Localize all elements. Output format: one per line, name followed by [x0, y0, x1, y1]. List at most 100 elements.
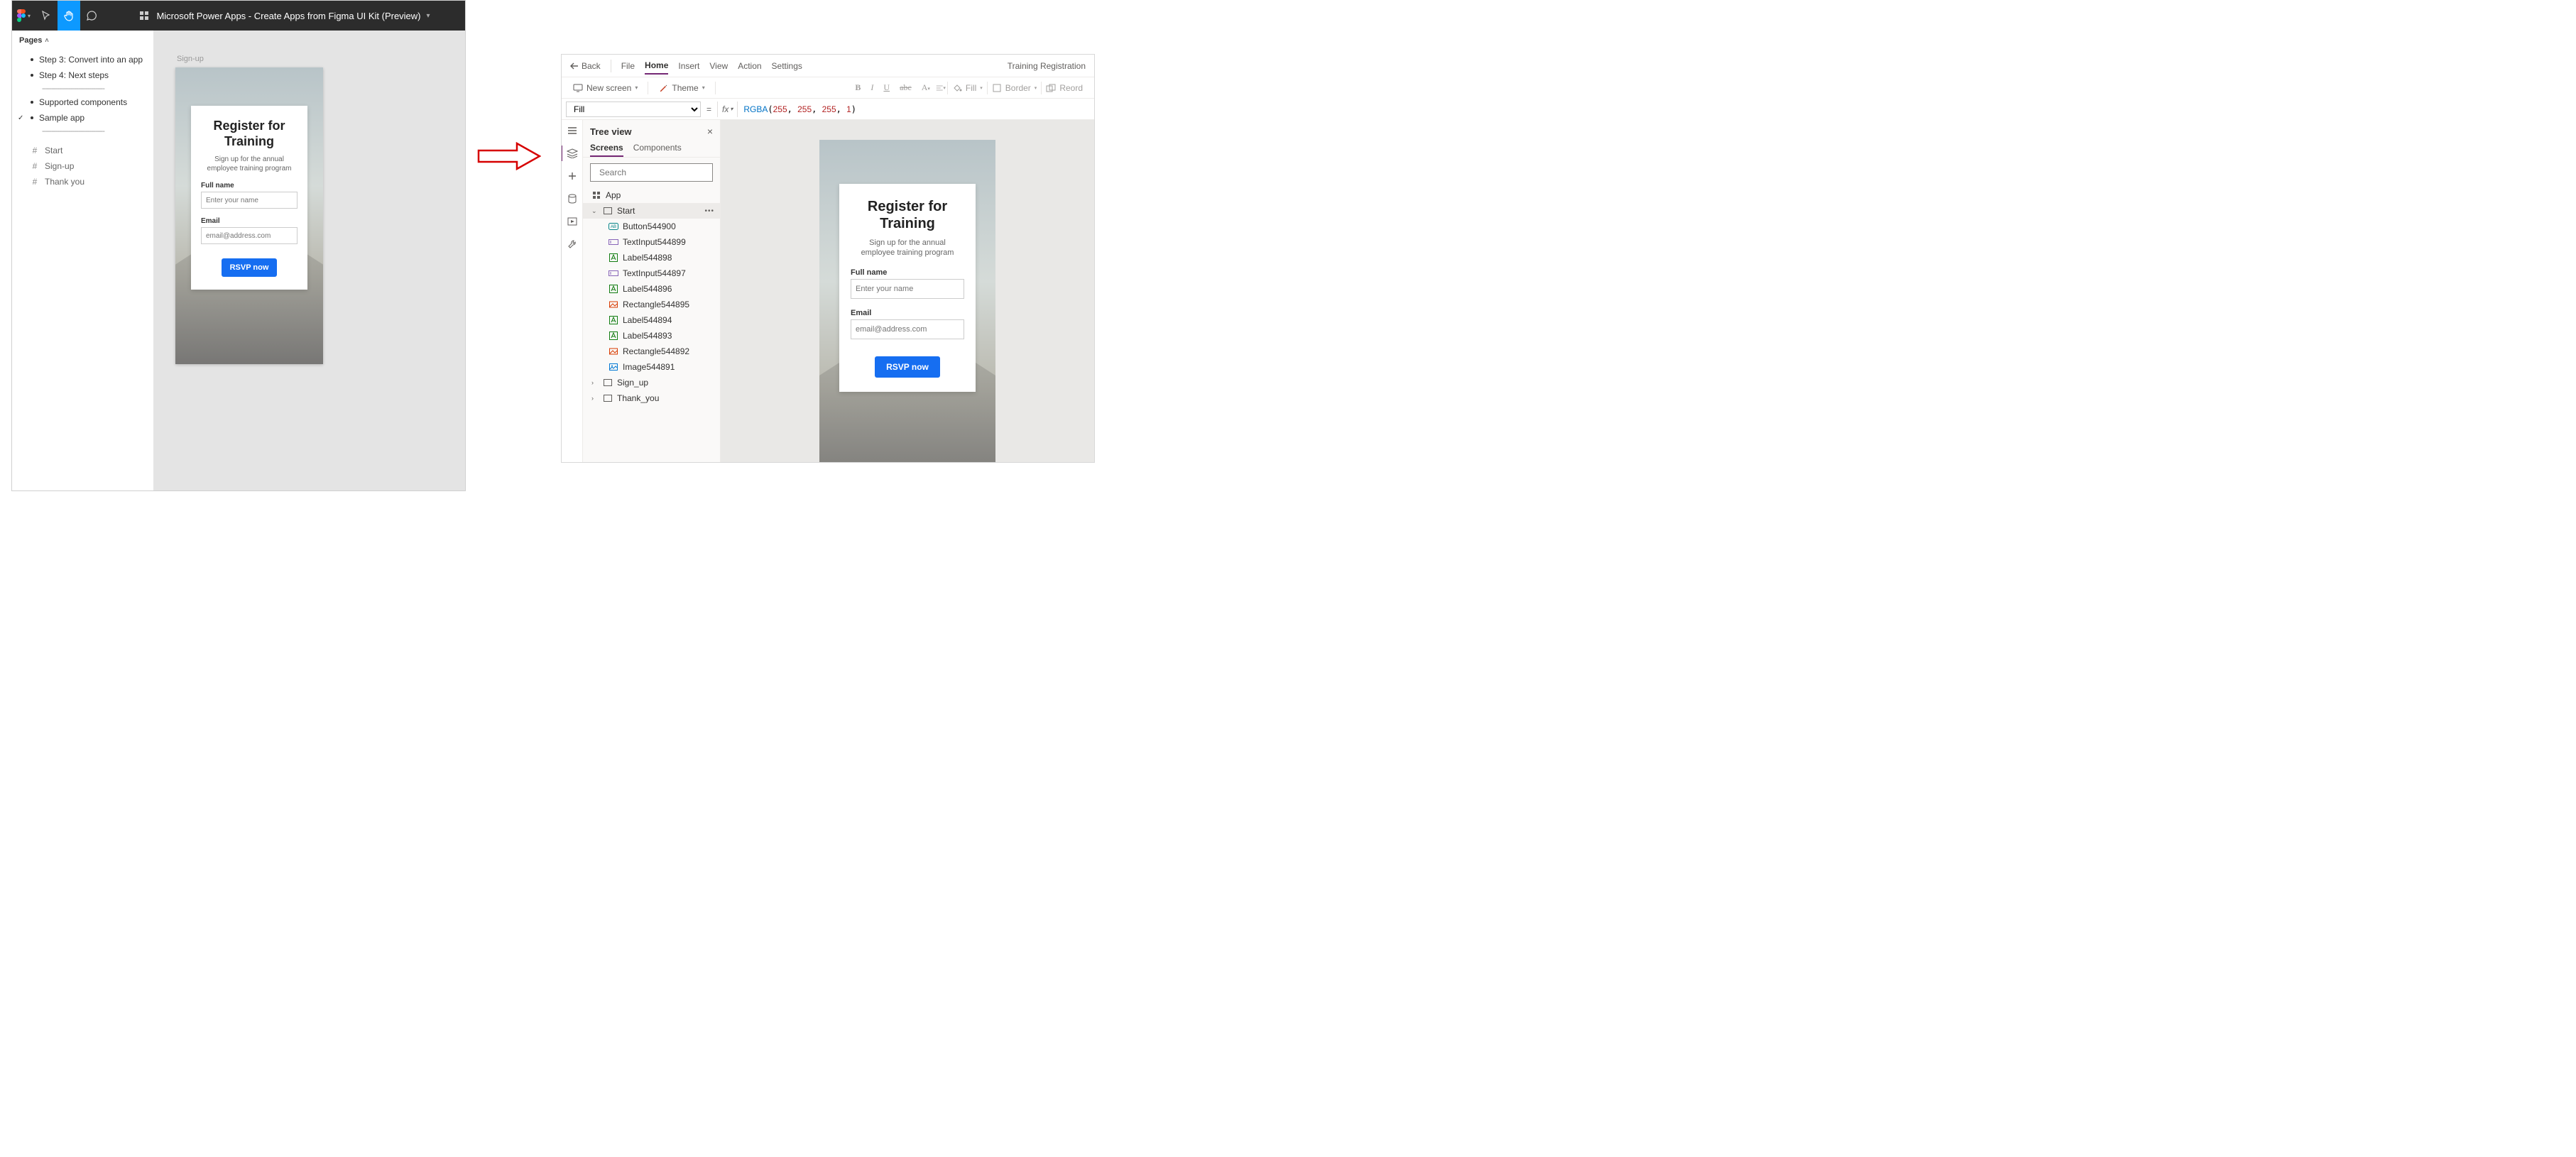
button-icon: AB — [608, 221, 618, 231]
card-heading: Register forTraining — [201, 119, 298, 149]
tree-node-control[interactable]: Label544894 — [583, 312, 720, 328]
page-step4[interactable]: Step 4: Next steps — [12, 67, 153, 83]
align-button[interactable]: ▾ — [936, 83, 946, 93]
tab-view[interactable]: View — [709, 58, 728, 74]
tab-components[interactable]: Components — [633, 140, 682, 157]
pages-header[interactable]: Pages ˄ — [12, 33, 153, 48]
tree-label: Label544896 — [623, 284, 672, 294]
card-heading: Register forTraining — [851, 198, 964, 232]
move-tool-button[interactable] — [35, 1, 58, 31]
tree-label: TextInput544897 — [623, 268, 686, 278]
tab-screens[interactable]: Screens — [590, 140, 623, 157]
tree-label: Rectangle544892 — [623, 346, 689, 356]
fullname-input[interactable] — [851, 279, 964, 299]
tree-node-control[interactable]: TextInput544897 — [583, 265, 720, 281]
frame-thankyou[interactable]: #Thank you — [12, 174, 153, 190]
tree-node-control[interactable]: Image544891 — [583, 359, 720, 375]
theme-button[interactable]: Theme ▾ — [655, 82, 707, 94]
fullname-input[interactable] — [201, 192, 298, 209]
app-icon — [591, 190, 601, 200]
screen-icon — [603, 378, 613, 388]
underline-button[interactable]: U — [879, 81, 894, 94]
tree-node-thankyou[interactable]: › Thank_you — [583, 390, 720, 406]
border-button[interactable]: Border▾ — [989, 82, 1040, 94]
powerapps-canvas[interactable]: Register forTraining Sign up for the ann… — [721, 120, 1094, 462]
strike-button[interactable]: abc — [895, 81, 916, 94]
signup-frame[interactable]: Register forTraining Sign up for the ann… — [175, 67, 323, 364]
comment-tool-button[interactable] — [80, 1, 103, 31]
tree-view-button[interactable] — [566, 147, 579, 160]
pages-label: Pages — [19, 36, 42, 45]
figma-file-title[interactable]: Microsoft Power Apps - Create Apps from … — [103, 9, 465, 22]
tree-search[interactable] — [590, 163, 713, 182]
rsvp-button[interactable]: RSVP now — [222, 258, 277, 277]
grid-icon — [138, 9, 151, 22]
close-panel-button[interactable]: × — [707, 126, 713, 137]
page-step3[interactable]: Step 3: Convert into an app — [12, 52, 153, 67]
start-screen[interactable]: Register forTraining Sign up for the ann… — [819, 140, 995, 463]
tab-settings[interactable]: Settings — [772, 58, 802, 74]
chevron-down-icon[interactable]: ⌄ — [591, 207, 599, 215]
tree-node-control[interactable]: Rectangle544895 — [583, 297, 720, 312]
plus-icon — [567, 171, 577, 181]
tree-label: App — [606, 190, 621, 200]
transition-arrow — [477, 142, 541, 170]
command-bar: Back File Home Insert View Action Settin… — [562, 55, 1094, 77]
data-button[interactable] — [566, 192, 579, 205]
search-input[interactable] — [599, 168, 709, 177]
chevron-up-icon: ˄ — [45, 37, 48, 44]
tree-label: Start — [617, 206, 635, 216]
tab-action[interactable]: Action — [738, 58, 761, 74]
page-supported[interactable]: Supported components — [12, 94, 153, 110]
tab-insert[interactable]: Insert — [678, 58, 699, 74]
back-button[interactable]: Back — [570, 61, 601, 71]
tree-node-control[interactable]: ABButton544900 — [583, 219, 720, 234]
rsvp-button[interactable]: RSVP now — [875, 356, 940, 378]
chevron-right-icon[interactable]: › — [591, 379, 599, 386]
chevron-right-icon[interactable]: › — [591, 395, 599, 402]
textinput-icon — [608, 268, 618, 278]
fx-button[interactable]: fx▾ — [717, 102, 738, 117]
bucket-icon — [952, 83, 962, 93]
tree-node-control[interactable]: Rectangle544892 — [583, 344, 720, 359]
tree-node-control[interactable]: Label544893 — [583, 328, 720, 344]
tree-label: Label544898 — [623, 253, 672, 263]
border-label: Border — [1005, 83, 1031, 93]
tree-node-signup[interactable]: › Sign_up — [583, 375, 720, 390]
powerapps-studio: Back File Home Insert View Action Settin… — [561, 54, 1095, 463]
new-screen-button[interactable]: New screen ▾ — [570, 82, 640, 94]
page-sample-app[interactable]: Sample app — [12, 110, 153, 126]
property-selector[interactable]: Fill — [566, 102, 701, 117]
frame-signup[interactable]: #Sign-up — [12, 158, 153, 174]
hamburger-button[interactable] — [566, 124, 579, 137]
tree-node-start[interactable]: ⌄ Start ••• — [583, 203, 720, 219]
fill-button[interactable]: Fill▾ — [949, 82, 986, 94]
tree-label: Label544894 — [623, 315, 672, 325]
tab-file[interactable]: File — [621, 58, 635, 74]
tree-node-control[interactable]: Label544898 — [583, 250, 720, 265]
back-label: Back — [582, 61, 601, 71]
border-icon — [992, 83, 1002, 93]
media-button[interactable] — [566, 215, 579, 228]
font-color-button[interactable]: A▾ — [917, 81, 934, 94]
italic-button[interactable]: I — [866, 81, 878, 94]
tab-home[interactable]: Home — [645, 57, 668, 75]
screen-icon — [573, 83, 583, 93]
bold-button[interactable]: B — [851, 81, 865, 94]
formula-expression[interactable]: RGBA(255, 255, 255, 1) — [738, 104, 856, 114]
tree-view-panel: Tree view × Screens Components App ⌄ — [583, 120, 721, 462]
tree-node-app[interactable]: App — [583, 187, 720, 203]
email-input[interactable] — [851, 319, 964, 339]
tree-node-control[interactable]: Label544896 — [583, 281, 720, 297]
advanced-button[interactable] — [566, 238, 579, 251]
figma-canvas[interactable]: Sign-up Register forTraining Sign up for… — [154, 31, 465, 490]
figma-menu-button[interactable]: ▾ — [12, 1, 35, 31]
tree-node-control[interactable]: TextInput544899 — [583, 234, 720, 250]
reorder-button[interactable]: Reord — [1043, 82, 1086, 94]
insert-button[interactable] — [566, 170, 579, 182]
email-input[interactable] — [201, 227, 298, 244]
hand-tool-button[interactable] — [58, 1, 80, 31]
frame-start[interactable]: #Start — [12, 143, 153, 158]
more-button[interactable]: ••• — [704, 207, 714, 215]
chevron-down-icon[interactable]: ▾ — [427, 12, 430, 20]
